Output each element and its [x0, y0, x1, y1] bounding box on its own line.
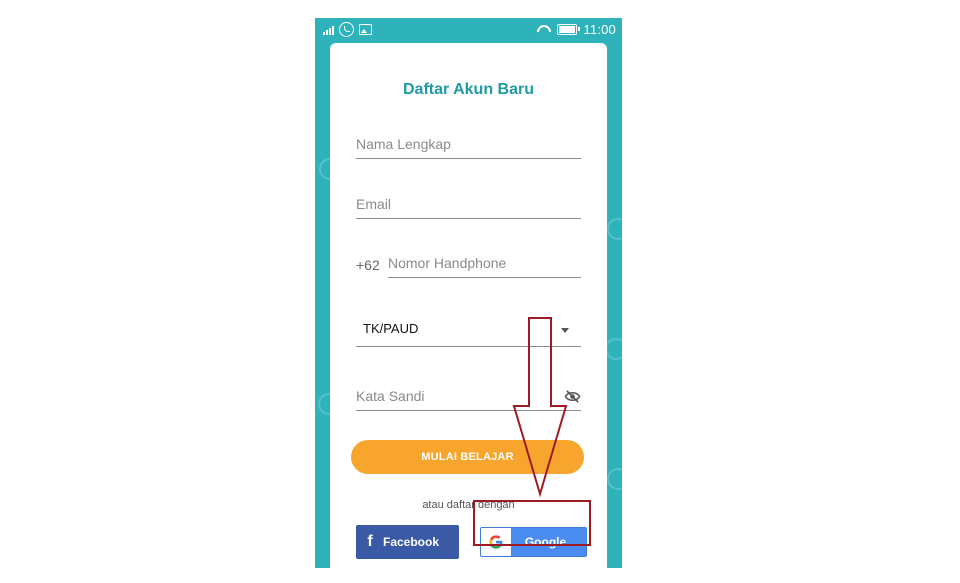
background-pattern — [607, 468, 622, 490]
phone-country-code: +62 — [356, 257, 380, 273]
clock: 11:00 — [583, 22, 616, 37]
annotation-arrow-icon — [512, 317, 568, 498]
grade-select-value: TK/PAUD — [363, 321, 419, 336]
whatsapp-icon — [339, 22, 354, 37]
background-pattern — [607, 218, 622, 240]
background-pattern — [605, 338, 622, 360]
name-field-wrapper — [356, 133, 581, 159]
page-title: Daftar Akun Baru — [403, 81, 534, 98]
facebook-label: Facebook — [383, 535, 440, 549]
email-input[interactable] — [356, 196, 581, 212]
name-input[interactable] — [356, 136, 581, 152]
status-bar: 11:00 — [315, 18, 622, 43]
facebook-icon: f — [367, 533, 373, 550]
phone-field-wrapper — [388, 252, 581, 278]
battery-icon — [557, 24, 581, 35]
google-highlight-box — [473, 500, 591, 546]
facebook-signup-button[interactable]: f Facebook — [356, 525, 459, 559]
email-field-wrapper — [356, 193, 581, 219]
signal-icon — [323, 25, 334, 35]
phone-screen: 11:00 Daftar Akun Baru +62 TK/PAUD MUL — [315, 18, 622, 568]
phone-input[interactable] — [388, 255, 581, 271]
image-icon — [359, 24, 372, 35]
wifi-icon — [537, 25, 551, 35]
